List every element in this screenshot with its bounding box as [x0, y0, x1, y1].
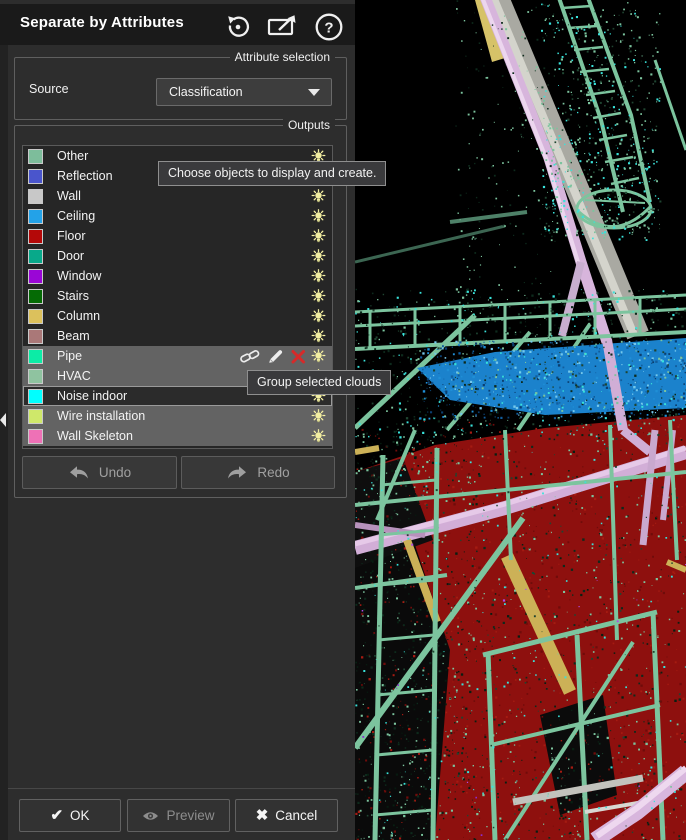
row-tools [240, 349, 306, 364]
separate-by-attributes-panel: Separate by Attributes ? [0, 0, 355, 840]
visibility-bulb-icon[interactable] [311, 409, 326, 424]
visibility-bulb-icon[interactable] [311, 209, 326, 224]
output-row[interactable]: Column [23, 306, 332, 326]
output-row-label: Stairs [57, 289, 311, 303]
tooltip-group-selected-clouds: Group selected clouds [247, 370, 391, 395]
color-swatch[interactable] [28, 309, 43, 324]
visibility-bulb-icon[interactable] [311, 189, 326, 204]
group-clouds-link-icon[interactable] [240, 349, 260, 364]
visibility-bulb-icon[interactable] [311, 269, 326, 284]
help-icon[interactable]: ? [313, 12, 345, 42]
attribute-selection-legend: Attribute selection [230, 50, 335, 65]
redo-button[interactable]: Redo [181, 456, 335, 489]
visibility-bulb-icon[interactable] [311, 329, 326, 344]
color-swatch[interactable] [28, 349, 43, 364]
preview-label: Preview [166, 808, 214, 823]
output-row[interactable]: Door [23, 246, 332, 266]
undo-arrow-icon [68, 465, 90, 481]
footer-separator [8, 788, 355, 789]
viewport-3d[interactable] [355, 0, 686, 840]
undo-label: Undo [99, 465, 131, 480]
redo-label: Redo [257, 465, 289, 480]
output-row[interactable]: Stairs [23, 286, 332, 306]
output-row-label: Column [57, 309, 311, 323]
source-dropdown[interactable]: Classification [156, 78, 332, 106]
panel-title: Separate by Attributes [20, 14, 184, 31]
visibility-bulb-icon[interactable] [311, 429, 326, 444]
ok-label: OK [70, 808, 90, 823]
color-swatch[interactable] [28, 429, 43, 444]
svg-text:?: ? [324, 20, 333, 37]
output-row[interactable]: Window [23, 266, 332, 286]
output-row[interactable]: Wall Skeleton [23, 426, 332, 446]
color-swatch[interactable] [28, 329, 43, 344]
chevron-down-icon [308, 89, 320, 96]
output-row-label: Wire installation [57, 409, 311, 423]
visibility-bulb-icon[interactable] [311, 349, 326, 364]
source-label: Source [29, 82, 69, 96]
visibility-bulb-icon[interactable] [311, 229, 326, 244]
output-row-label: Wall [57, 189, 311, 203]
attribute-selection-group: Attribute selection Source Classificatio… [14, 57, 347, 120]
color-swatch[interactable] [28, 389, 43, 404]
output-row[interactable]: Ceiling [23, 206, 332, 226]
color-swatch[interactable] [28, 189, 43, 204]
cancel-button[interactable]: ✖ Cancel [235, 799, 338, 832]
visibility-bulb-icon[interactable] [311, 249, 326, 264]
output-row-label: Door [57, 249, 311, 263]
visibility-bulb-icon[interactable] [311, 289, 326, 304]
eye-icon [142, 810, 159, 822]
detach-window-icon[interactable] [266, 12, 298, 42]
tooltip-choose-objects: Choose objects to display and create. [158, 161, 386, 186]
visibility-bulb-icon[interactable] [311, 309, 326, 324]
output-row-label: Window [57, 269, 311, 283]
output-row[interactable]: Wire installation [23, 406, 332, 426]
output-row[interactable]: Pipe [23, 346, 332, 366]
redo-arrow-icon [226, 465, 248, 481]
cancel-label: Cancel [275, 808, 317, 823]
output-row[interactable]: Beam [23, 326, 332, 346]
output-row-label: Floor [57, 229, 311, 243]
color-swatch[interactable] [28, 269, 43, 284]
panel-left-strip [0, 45, 8, 840]
reset-icon[interactable] [222, 12, 254, 42]
output-row[interactable]: Floor [23, 226, 332, 246]
color-swatch[interactable] [28, 169, 43, 184]
undo-button[interactable]: Undo [22, 456, 177, 489]
output-row[interactable]: Wall [23, 186, 332, 206]
color-swatch[interactable] [28, 149, 43, 164]
output-row-label: Ceiling [57, 209, 311, 223]
color-swatch[interactable] [28, 289, 43, 304]
preview-button[interactable]: Preview [127, 799, 230, 832]
output-row-label: Pipe [57, 349, 240, 363]
edit-pencil-icon[interactable] [268, 349, 283, 364]
color-swatch[interactable] [28, 229, 43, 244]
close-icon: ✖ [256, 808, 269, 823]
output-row-label: Beam [57, 329, 311, 343]
color-swatch[interactable] [28, 369, 43, 384]
color-swatch[interactable] [28, 209, 43, 224]
panel-collapse-arrow-icon[interactable] [0, 413, 6, 427]
screen: Separate by Attributes ? [0, 0, 686, 840]
delete-x-icon[interactable] [291, 349, 306, 364]
panel-titlebar: Separate by Attributes ? [0, 4, 355, 45]
outputs-legend: Outputs [283, 118, 335, 133]
check-icon: ✔ [50, 808, 63, 823]
output-list: Other Reflection Wall Ceiling Floor Door… [22, 145, 333, 449]
output-row-label: Wall Skeleton [57, 429, 311, 443]
ok-button[interactable]: ✔ OK [19, 799, 121, 832]
source-dropdown-value: Classification [169, 85, 308, 99]
color-swatch[interactable] [28, 409, 43, 424]
color-swatch[interactable] [28, 249, 43, 264]
